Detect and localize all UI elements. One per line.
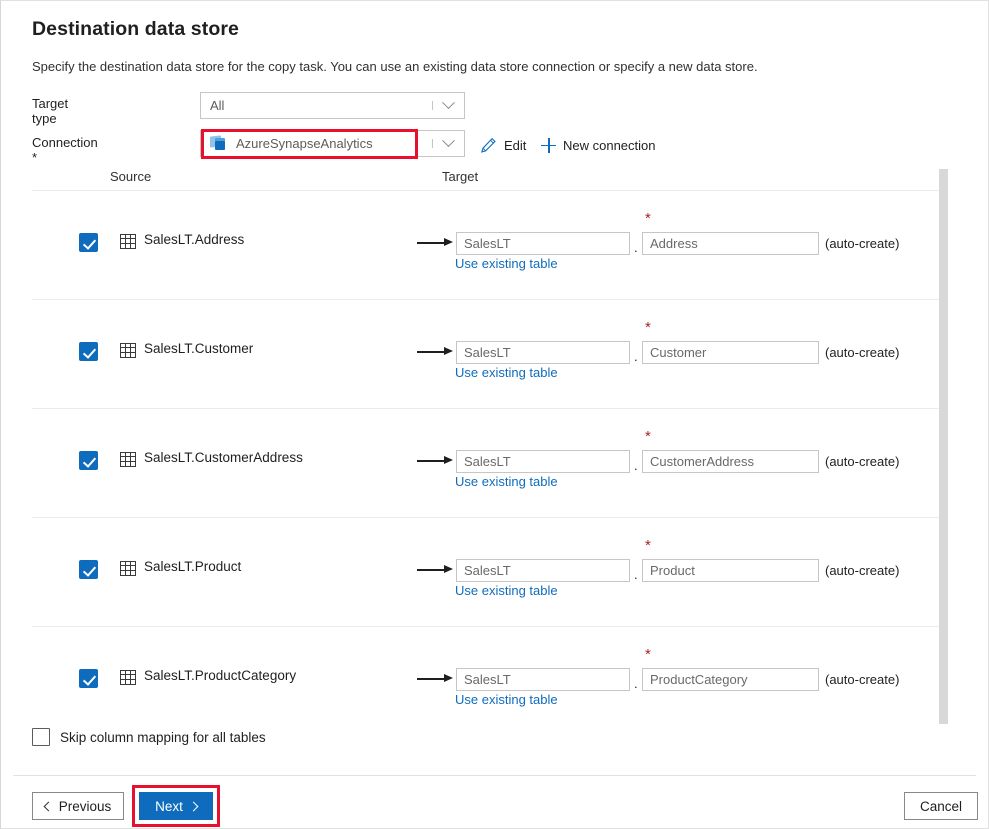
- pencil-icon: [480, 137, 497, 154]
- table-grid-icon: [120, 561, 136, 576]
- target-schema-input[interactable]: SalesLT: [456, 232, 630, 255]
- arrow-right-icon: [417, 351, 453, 353]
- new-connection-button[interactable]: New connection: [541, 134, 656, 156]
- destination-data-store-page: Destination data store Specify the desti…: [0, 0, 989, 829]
- schema-table-separator: .: [634, 240, 638, 255]
- plus-icon: [541, 138, 556, 153]
- footer-divider: [13, 775, 976, 776]
- arrow-right-icon: [417, 460, 453, 462]
- row-checkbox[interactable]: [79, 560, 98, 579]
- source-table-name: SalesLT.Customer: [144, 341, 253, 356]
- target-schema-input[interactable]: SalesLT: [456, 668, 630, 691]
- row-checkbox[interactable]: [79, 451, 98, 470]
- cancel-button[interactable]: Cancel: [904, 792, 978, 820]
- scrollbar-thumb[interactable]: [939, 169, 948, 724]
- schema-table-separator: .: [634, 676, 638, 691]
- use-existing-table-link[interactable]: Use existing table: [455, 692, 558, 707]
- schema-table-separator: .: [634, 349, 638, 364]
- table-row: SalesLT.CustomerAddress*SalesLT.Customer…: [32, 409, 939, 518]
- chevron-down-icon: [432, 101, 464, 110]
- table-row: SalesLT.ProductCategory*SalesLT.ProductC…: [32, 627, 939, 723]
- skip-column-mapping-checkbox[interactable]: Skip column mapping for all tables: [32, 728, 266, 746]
- arrow-right-icon: [417, 242, 453, 244]
- page-title: Destination data store: [32, 18, 239, 41]
- chevron-down-icon: [432, 139, 464, 148]
- table-grid-icon: [120, 452, 136, 467]
- table-row: SalesLT.Address*SalesLT.Address(auto-cre…: [32, 191, 939, 300]
- page-description: Specify the destination data store for t…: [32, 59, 758, 74]
- target-table-input[interactable]: Address: [642, 232, 819, 255]
- new-connection-label: New connection: [563, 138, 656, 153]
- table-grid-icon: [120, 343, 136, 358]
- column-header-source: Source: [110, 169, 151, 184]
- use-existing-table-link[interactable]: Use existing table: [455, 256, 558, 271]
- skip-column-mapping-label: Skip column mapping for all tables: [60, 730, 266, 745]
- arrow-right-icon: [417, 569, 453, 571]
- column-header-target: Target: [442, 169, 478, 184]
- use-existing-table-link[interactable]: Use existing table: [455, 474, 558, 489]
- source-table-name: SalesLT.CustomerAddress: [144, 450, 303, 465]
- chevron-right-icon: [188, 801, 198, 811]
- connection-label: Connection *: [32, 135, 98, 165]
- table-header: Source Target: [32, 169, 939, 191]
- target-table-input[interactable]: ProductCategory: [642, 668, 819, 691]
- edit-connection-button[interactable]: Edit: [480, 134, 526, 156]
- auto-create-label: (auto-create): [825, 563, 899, 578]
- auto-create-label: (auto-create): [825, 345, 899, 360]
- table-grid-icon: [120, 670, 136, 685]
- chevron-left-icon: [43, 801, 53, 811]
- schema-table-separator: .: [634, 458, 638, 473]
- table-row-list: SalesLT.Address*SalesLT.Address(auto-cre…: [32, 191, 939, 723]
- row-checkbox[interactable]: [79, 669, 98, 688]
- table-grid-icon: [120, 234, 136, 249]
- table-row: SalesLT.Customer*SalesLT.Customer(auto-c…: [32, 300, 939, 409]
- row-checkbox[interactable]: [79, 342, 98, 361]
- required-marker: *: [645, 431, 651, 443]
- table-row: SalesLT.Product*SalesLT.Product(auto-cre…: [32, 518, 939, 627]
- target-type-dropdown[interactable]: All: [200, 92, 465, 119]
- use-existing-table-link[interactable]: Use existing table: [455, 583, 558, 598]
- required-marker: *: [645, 649, 651, 661]
- target-schema-input[interactable]: SalesLT: [456, 450, 630, 473]
- previous-label: Previous: [59, 799, 112, 814]
- target-schema-input[interactable]: SalesLT: [456, 341, 630, 364]
- next-button[interactable]: Next: [139, 792, 213, 820]
- synapse-connection-icon: [210, 136, 227, 151]
- target-table-input[interactable]: CustomerAddress: [642, 450, 819, 473]
- table-mapping-panel: Source Target SalesLT.Address*SalesLT.Ad…: [32, 169, 948, 724]
- cancel-label: Cancel: [920, 799, 962, 814]
- use-existing-table-link[interactable]: Use existing table: [455, 365, 558, 380]
- source-table-name: SalesLT.Product: [144, 559, 241, 574]
- schema-table-separator: .: [634, 567, 638, 582]
- required-marker: *: [645, 540, 651, 552]
- required-marker: *: [645, 322, 651, 334]
- row-checkbox[interactable]: [79, 233, 98, 252]
- checkbox-box: [32, 728, 50, 746]
- edit-label: Edit: [504, 138, 526, 153]
- target-schema-input[interactable]: SalesLT: [456, 559, 630, 582]
- connection-dropdown[interactable]: AzureSynapseAnalytics: [200, 130, 465, 157]
- target-table-input[interactable]: Customer: [642, 341, 819, 364]
- source-table-name: SalesLT.Address: [144, 232, 244, 247]
- required-marker: *: [645, 213, 651, 225]
- table-scrollbar[interactable]: [939, 169, 948, 724]
- arrow-right-icon: [417, 678, 453, 680]
- auto-create-label: (auto-create): [825, 672, 899, 687]
- connection-value: AzureSynapseAnalytics: [227, 136, 432, 151]
- source-table-name: SalesLT.ProductCategory: [144, 668, 296, 683]
- target-type-label: Target type: [32, 96, 68, 126]
- next-label: Next: [155, 799, 183, 814]
- auto-create-label: (auto-create): [825, 236, 899, 251]
- target-type-value: All: [201, 98, 432, 113]
- previous-button[interactable]: Previous: [32, 792, 124, 820]
- target-table-input[interactable]: Product: [642, 559, 819, 582]
- auto-create-label: (auto-create): [825, 454, 899, 469]
